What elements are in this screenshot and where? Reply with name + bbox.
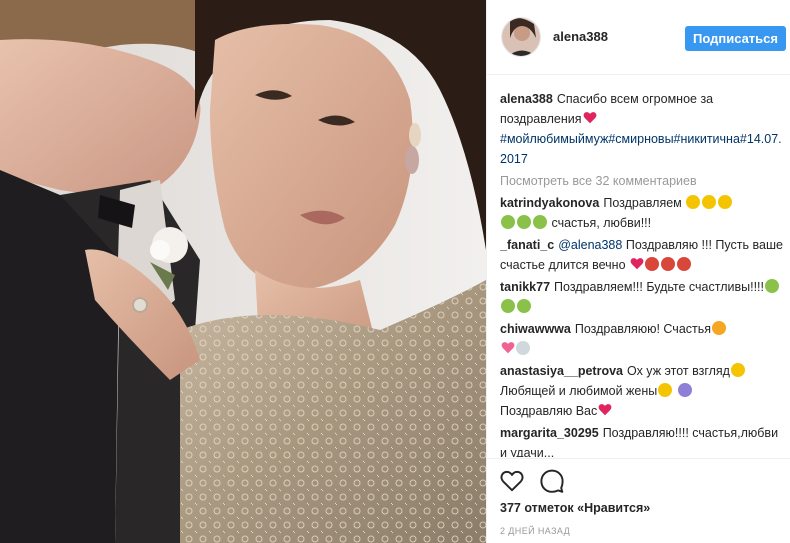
comment-username[interactable]: katrindyakonova [500, 196, 599, 210]
clapping-hands-emoji-icon [702, 195, 717, 209]
comment-text: Поздравляем!!! Будьте счастливы!!!! [554, 280, 765, 294]
heart-eyes-cat-emoji-icon [712, 321, 727, 335]
smiling-face-emoji-icon [658, 383, 673, 397]
comment-username[interactable]: anastasiya__petrova [500, 364, 623, 378]
clapping-hands-emoji-icon [686, 195, 701, 209]
bouquet-emoji-icon [765, 279, 780, 293]
speech-bubble-icon[interactable] [539, 468, 565, 494]
clapping-hands-emoji-icon [718, 195, 733, 209]
rose-emoji-icon [677, 257, 692, 271]
comment-username[interactable]: tanikk77 [500, 280, 550, 294]
comment-text-continued: Любящей и любимой жены [500, 384, 658, 398]
rose-emoji-icon [645, 257, 660, 271]
avatar-image [502, 18, 540, 56]
heart-outline-icon[interactable] [499, 468, 525, 494]
person-bowing-emoji-icon [677, 383, 692, 397]
bouquet-emoji-icon [533, 215, 547, 229]
comment-username[interactable]: _fanati_c [500, 238, 554, 252]
sparkling-heart-emoji-icon [501, 342, 515, 354]
caption-username[interactable]: alena388 [500, 92, 553, 106]
comment-username[interactable]: chiwawwwa [500, 322, 571, 336]
post-photo[interactable] [0, 0, 486, 543]
instagram-post: alena388 Подписаться alena388 Спасибо все… [0, 0, 790, 543]
comments-list: alena388 Спасибо всем огромное за поздрав… [500, 89, 783, 457]
comment: tanikk77 Поздравляем!!! Будьте счастливы!… [500, 277, 783, 317]
comment-text-continued: счастья, любви!!! [551, 216, 652, 230]
bouquet-emoji-icon [501, 299, 515, 313]
comment: anastasiya__petrova Ох уж этот взгляд Люб… [500, 361, 783, 421]
comment-text: Поздравляем [603, 196, 682, 210]
username-link[interactable]: alena388 [553, 29, 608, 44]
post-sidebar: alena388 Подписаться alena388 Спасибо все… [486, 0, 790, 543]
caption-hashtags[interactable]: #мойлюбимыймуж#смирновы#никитична#14.07.… [500, 132, 782, 166]
comment: margarita_30295 Поздравляю!!!! счастья,лю… [500, 423, 783, 457]
bouquet-emoji-icon [517, 215, 531, 229]
rose-emoji-icon [661, 257, 676, 271]
red-heart-emoji-icon [598, 404, 612, 416]
likes-count[interactable]: 377 отметок «Нравится» [500, 501, 650, 515]
bouquet-emoji-icon [517, 299, 531, 313]
red-heart-emoji-icon [583, 112, 596, 124]
comment-username[interactable]: margarita_30295 [500, 426, 599, 440]
caption: alena388 Спасибо всем огромное за поздрав… [500, 89, 783, 169]
post-header: alena388 Подписаться [487, 0, 790, 75]
wedding-photo-image [0, 0, 486, 543]
comment: chiwawwwa Поздравляюю! Счастья [500, 319, 783, 359]
comment-text: Ох уж этот взгляд [627, 364, 730, 378]
comment-text: Поздравляюю! Счастья [574, 322, 712, 336]
comment-text-continued: Поздравляю Вас [500, 404, 598, 418]
heart-eyes-emoji-icon [730, 363, 745, 377]
avatar[interactable] [501, 17, 541, 57]
comment-mention[interactable]: @alena388 [558, 238, 622, 252]
post-timestamp: 2 ДНЕЙ НАЗАД [500, 526, 571, 536]
bouquet-emoji-icon [501, 215, 515, 229]
follow-button[interactable]: Подписаться [685, 26, 786, 51]
view-all-comments-link[interactable]: Посмотреть все 32 комментариев [500, 171, 783, 191]
comment: _fanati_c @alena388 Поздравляю !!! Пусть … [500, 235, 783, 275]
comment: katrindyakonova Поздравляем счастья, любв… [500, 193, 783, 233]
post-actions: 377 отметок «Нравится» 2 ДНЕЙ НАЗАД [487, 458, 790, 543]
red-heart-emoji-icon [630, 258, 644, 270]
ring-emoji-icon [516, 341, 530, 355]
